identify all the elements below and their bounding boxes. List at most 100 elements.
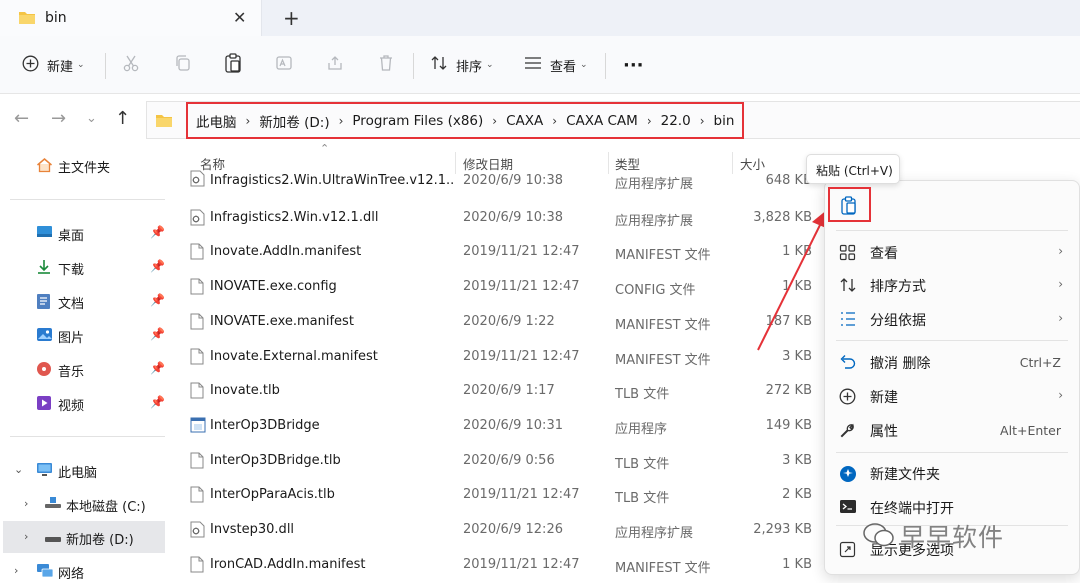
paste-button[interactable]: [224, 36, 242, 94]
copy-button[interactable]: [174, 36, 192, 94]
sort-button[interactable]: 排序 ⌄: [430, 36, 494, 94]
table-row[interactable]: INOVATE.exe.manifest 2020/6/9 1:22 MANIFES…: [170, 305, 820, 339]
table-row[interactable]: InterOp3DBridge 2020/6/9 10:31 应用程序 149 KB: [170, 409, 820, 443]
paste-menu-button[interactable]: [840, 196, 859, 219]
sidebar-item-network[interactable]: › 网络: [0, 555, 168, 583]
chevron-down-icon[interactable]: ⌄: [14, 463, 23, 476]
file-icon: [190, 243, 204, 264]
file-icon: [190, 556, 204, 577]
pin-icon[interactable]: 📌: [150, 361, 165, 375]
separator: [413, 53, 414, 79]
chevron-right-icon: ›: [1058, 244, 1063, 258]
command-bar: 新建 ⌄ 排序 ⌄ 查看 ⌄ ···: [0, 36, 1080, 94]
table-row[interactable]: Inovate.External.manifest 2019/11/21 12:4…: [170, 340, 820, 374]
menu-item-group[interactable]: 分组依据 ›: [825, 303, 1079, 335]
file-date: 2019/11/21 12:47: [463, 279, 580, 295]
pin-icon[interactable]: 📌: [150, 395, 165, 409]
more-label: ···: [623, 54, 644, 76]
file-date: 2020/6/9 1:17: [463, 383, 555, 399]
home-icon: [36, 157, 53, 177]
file-name: Inovate.AddIn.manifest: [210, 244, 362, 260]
breadcrumb-item[interactable]: CAXA: [506, 113, 543, 129]
chevron-right-icon[interactable]: ›: [552, 114, 557, 128]
sidebar-item-home[interactable]: 主文件夹: [0, 149, 168, 181]
chevron-right-icon[interactable]: ›: [14, 564, 18, 577]
share-button[interactable]: [326, 36, 344, 94]
table-row[interactable]: Infragistics2.Win.UltraWinTree.v12.1....…: [170, 168, 820, 192]
table-row[interactable]: Inovate.AddIn.manifest 2019/11/21 12:47 MA…: [170, 235, 820, 269]
pin-icon[interactable]: 📌: [150, 259, 165, 273]
watermark-text: 早早软件: [900, 523, 1005, 552]
expand-icon: [839, 541, 856, 562]
menu-item-plus-circle[interactable]: 新建 ›: [825, 380, 1079, 412]
pin-icon[interactable]: 📌: [150, 293, 165, 307]
sidebar-item-drive-c[interactable]: › 本地磁盘 (C:): [0, 488, 168, 520]
group-icon: [839, 311, 856, 331]
table-row[interactable]: Inovate.tlb 2020/6/9 1:17 TLB 文件 272 KB: [170, 374, 820, 408]
table-row[interactable]: InterOpParaAcis.tlb 2019/11/21 12:47 TLB 文…: [170, 478, 820, 512]
table-row[interactable]: Invstep30.dll 2020/6/9 12:26 应用程序扩展 2,293 K…: [170, 513, 820, 547]
sidebar-item-this-pc[interactable]: ⌄ 此电脑: [0, 454, 168, 486]
tab-bin[interactable]: bin ✕: [0, 0, 262, 36]
chevron-right-icon[interactable]: ›: [492, 114, 497, 128]
chevron-right-icon[interactable]: ›: [339, 114, 344, 128]
pin-icon[interactable]: 📌: [150, 327, 165, 341]
sidebar-item-quick[interactable]: 图片 📌: [0, 319, 168, 351]
sidebar-item-quick[interactable]: 下载 📌: [0, 251, 168, 283]
sidebar-item-drive-d[interactable]: › 新加卷 (D:): [3, 521, 165, 553]
cut-button[interactable]: [122, 36, 140, 94]
breadcrumb-item[interactable]: 此电脑: [196, 111, 237, 131]
sidebar-item-quick[interactable]: 音乐 📌: [0, 353, 168, 385]
rename-button[interactable]: [275, 36, 293, 94]
file-size: 2,293 KB: [753, 522, 812, 537]
pin-icon[interactable]: 📌: [150, 225, 165, 239]
menu-item-new-folder[interactable]: 新建文件夹: [825, 457, 1079, 489]
view-label: 查看: [550, 59, 577, 75]
menu-item-undo[interactable]: 撤消 删除 Ctrl+Z: [825, 346, 1079, 378]
chevron-right-icon[interactable]: ›: [700, 114, 705, 128]
recent-chevron-icon[interactable]: ⌄: [86, 111, 97, 126]
file-icon: [190, 313, 204, 334]
up-icon[interactable]: ↑: [115, 108, 130, 129]
more-options-button[interactable]: ···: [623, 36, 644, 94]
breadcrumb-item[interactable]: 新加卷 (D:): [259, 111, 329, 131]
forward-icon[interactable]: →: [51, 108, 66, 129]
delete-button[interactable]: [377, 36, 395, 94]
new-button[interactable]: 新建 ⌄: [22, 36, 85, 94]
file-icon: [190, 278, 204, 299]
back-icon[interactable]: ←: [14, 108, 29, 129]
breadcrumb-item[interactable]: Program Files (x86): [352, 113, 483, 129]
table-row[interactable]: InterOp3DBridge.tlb 2020/6/9 0:56 TLB 文件 3 …: [170, 444, 820, 478]
network-icon: [36, 563, 54, 583]
wrench-icon: [839, 422, 856, 443]
breadcrumb-item[interactable]: 22.0: [661, 113, 691, 129]
view-button[interactable]: 查看 ⌄: [524, 36, 588, 94]
table-row[interactable]: IronCAD.AddIn.manifest 2019/11/21 12:47 MA…: [170, 548, 820, 582]
dll-file-icon: [190, 521, 205, 542]
close-icon[interactable]: ✕: [233, 8, 246, 27]
chevron-right-icon[interactable]: ›: [24, 497, 28, 510]
file-type: 应用程序扩展: [615, 213, 694, 229]
menu-item-sort[interactable]: 排序方式 ›: [825, 269, 1079, 301]
breadcrumb-item[interactable]: bin: [714, 113, 735, 129]
pictures-icon: [36, 327, 53, 346]
table-row[interactable]: INOVATE.exe.config 2019/11/21 12:47 CONFIG…: [170, 270, 820, 304]
chevron-right-icon[interactable]: ›: [246, 114, 251, 128]
sidebar-item-quick[interactable]: 视频 📌: [0, 387, 168, 419]
breadcrumb-item[interactable]: CAXA CAM: [566, 113, 638, 129]
menu-item-wrench[interactable]: 属性 Alt+Enter: [825, 414, 1079, 446]
menu-item-grid[interactable]: 查看 ›: [825, 236, 1079, 268]
sidebar-item-quick[interactable]: 文档 📌: [0, 285, 168, 317]
menu-item-label: 新建文件夹: [870, 467, 940, 483]
sidebar-item-quick[interactable]: 桌面 📌: [0, 217, 168, 249]
divider: [10, 199, 165, 200]
chevron-right-icon[interactable]: ›: [24, 530, 28, 543]
sidebar-item-label: 主文件夹: [58, 161, 111, 176]
file-type: TLB 文件: [615, 456, 670, 472]
menu-item-label: 排序方式: [870, 279, 926, 295]
file-name: IronCAD.AddIn.manifest: [210, 556, 366, 572]
new-tab-button[interactable]: +: [283, 6, 300, 30]
chevron-right-icon[interactable]: ›: [647, 114, 652, 128]
file-size: 149 KB: [765, 417, 812, 433]
table-row[interactable]: Infragistics2.Win.v12.1.dll 2020/6/9 10:3…: [170, 201, 820, 235]
